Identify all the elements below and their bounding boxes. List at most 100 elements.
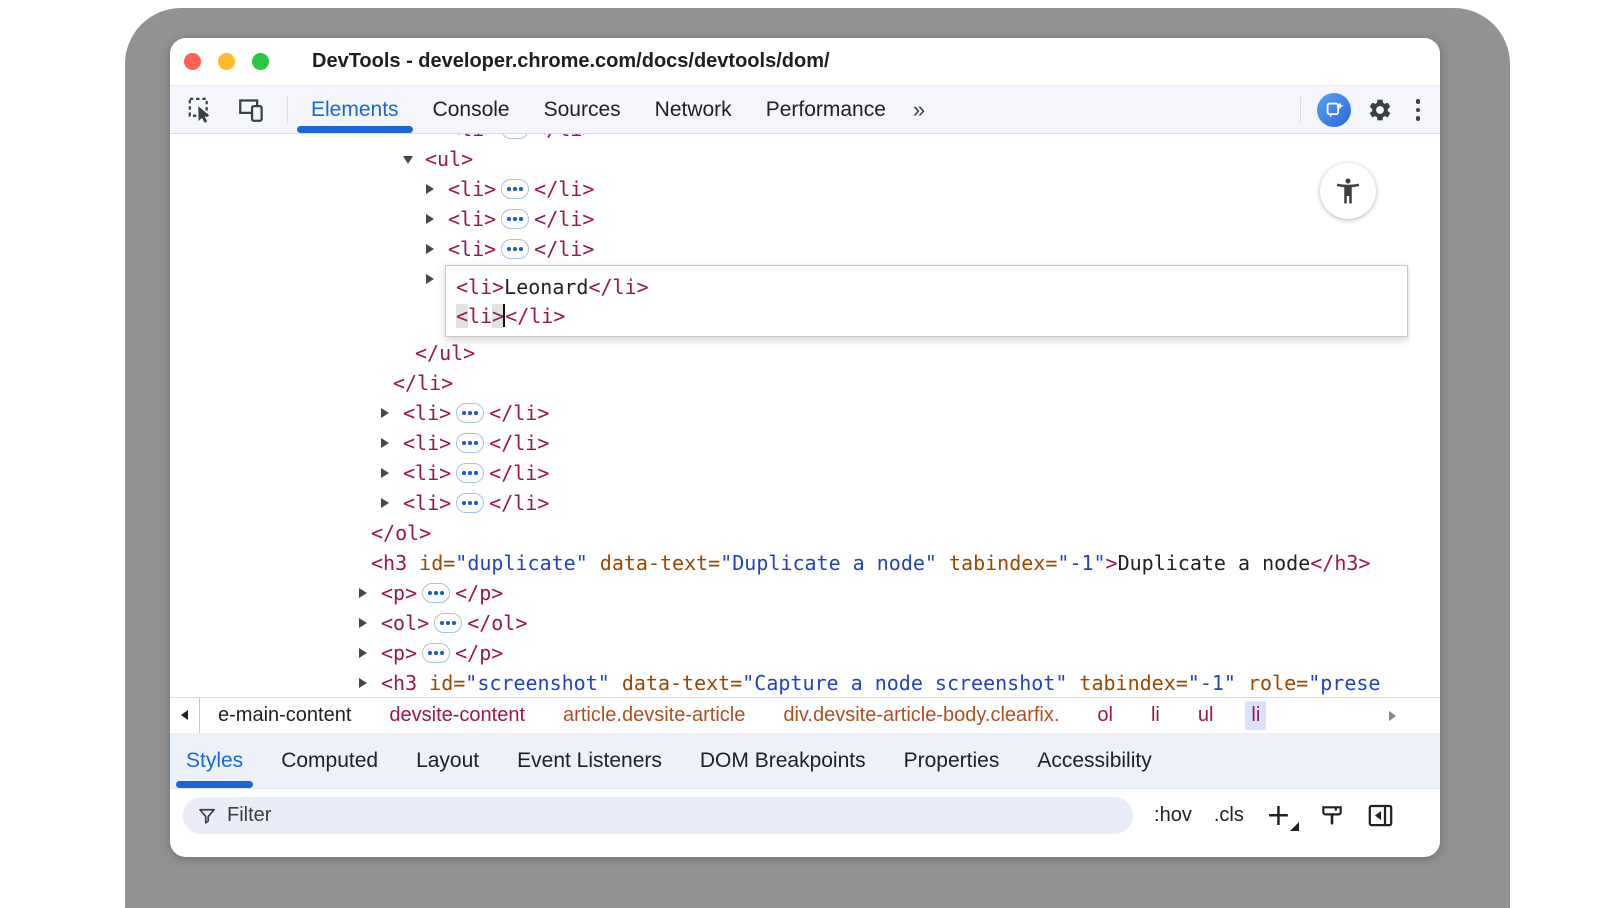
new-style-rule-button[interactable]: + [1266,803,1297,829]
ellipsis-expander-icon[interactable] [456,493,484,513]
sidebar-tab-accessibility[interactable]: Accessibility [1037,733,1151,788]
collapse-panel-icon[interactable] [1367,802,1394,829]
tree-row[interactable]: <li></li> [170,428,1410,458]
tag-token: <li> [448,207,496,231]
breadcrumb-item[interactable]: div.devsite-article-body.clearfix. [777,701,1065,730]
tag-token: <h3 [381,671,417,695]
collapsed-caret-icon[interactable] [359,618,381,628]
tab-network[interactable]: Network [638,86,749,133]
collapsed-caret-icon[interactable] [359,678,381,688]
ellipsis-expander-icon[interactable] [501,209,529,229]
zoom-button[interactable] [252,53,269,70]
tag-token: </li> [489,431,549,455]
element-classes-button[interactable]: .cls [1214,804,1244,827]
tree-row[interactable]: <ol></ol> [170,608,1410,638]
breadcrumb-item[interactable]: ol [1091,701,1119,730]
breadcrumb-item[interactable]: devsite-content [383,701,531,730]
attr-value-token: "Capture a node screenshot" [742,671,1067,695]
clipped-row[interactable]: <li></li> [170,134,1410,144]
ellipsis-expander-icon[interactable] [456,403,484,423]
breadcrumb-item[interactable]: article.devsite-article [557,701,751,730]
more-tabs-icon[interactable]: » [903,97,935,123]
text-token: Duplicate a node [1118,551,1311,575]
ai-assistant-icon[interactable] [1317,93,1351,127]
tree-row[interactable]: <li></li> [170,234,1410,264]
breadcrumb-scroll-left-button[interactable] [170,698,200,734]
tree-row[interactable]: <h3 id="screenshot" data-text="Capture a… [170,668,1410,697]
tree-row[interactable]: <ul> [170,144,1410,174]
minimize-button[interactable] [218,53,235,70]
ellipsis-expander-icon[interactable] [501,134,529,139]
ellipsis-expander-icon[interactable] [456,433,484,453]
traffic-lights [170,53,269,70]
panel-tabs: ElementsConsoleSourcesNetworkPerformance [294,86,903,133]
collapsed-caret-icon[interactable] [381,468,403,478]
breadcrumb-item[interactable]: li [1245,701,1266,730]
settings-gear-icon[interactable] [1367,97,1394,124]
tab-console[interactable]: Console [416,86,527,133]
tree-row[interactable]: </ul> [170,338,1410,368]
ellipsis-expander-icon[interactable] [422,583,450,603]
kebab-menu-icon[interactable] [1410,99,1427,121]
inspect-icon[interactable] [187,96,214,123]
breadcrumb-scroll-right-button[interactable] [1389,711,1396,721]
ellipsis-expander-icon[interactable] [422,643,450,663]
tree-row[interactable]: <li></li> [170,174,1410,204]
tag-token: <li> [403,461,451,485]
tree-row[interactable]: <li></li> [170,458,1410,488]
breadcrumb-item[interactable]: e-main-content [212,701,357,730]
tree-row[interactable]: <p></p> [170,578,1410,608]
collapsed-caret-icon[interactable] [359,588,381,598]
tag-token: </li> [534,134,594,141]
collapsed-caret-icon[interactable] [426,244,448,254]
tab-performance[interactable]: Performance [749,86,903,133]
tag-token: <ol> [381,611,429,635]
tag-token: </li> [534,177,594,201]
ellipsis-expander-icon[interactable] [456,463,484,483]
tree-row[interactable]: </ol> [170,518,1410,548]
tree-row[interactable]: <h3 id="duplicate" data-text="Duplicate … [170,548,1410,578]
sidebar-tab-styles[interactable]: Styles [186,733,243,788]
sidebar-tab-bar: Styles Computed Layout Event Listeners DOM B… [170,733,1440,789]
filter-input[interactable] [227,804,1047,827]
tab-sources[interactable]: Sources [527,86,638,133]
sidebar-tab-dom-breakpoints[interactable]: DOM Breakpoints [700,733,866,788]
brush-icon[interactable] [1319,803,1345,829]
tab-elements[interactable]: Elements [294,86,416,133]
tree-row[interactable]: <li></li> [170,398,1410,428]
ellipsis-expander-icon[interactable] [501,239,529,259]
editor-line-2[interactable]: <li></li> [456,301,1407,330]
tree-row[interactable]: </li> [170,368,1410,398]
tree-row[interactable]: <li></li> [170,204,1410,234]
edit-as-html-box[interactable]: <li>Leonard</li><li></li> [445,265,1408,337]
sidebar-tab-layout[interactable]: Layout [416,733,479,788]
device-toolbar-icon[interactable] [238,96,265,123]
collapsed-caret-icon[interactable] [381,408,403,418]
collapsed-caret-icon[interactable] [381,498,403,508]
tag-token: </li> [393,371,453,395]
sidebar-tab-computed[interactable]: Computed [281,733,378,788]
close-button[interactable] [184,53,201,70]
collapsed-caret-icon[interactable] [426,184,448,194]
breadcrumb: e-main-content devsite-content article.dev… [212,698,1266,733]
attr-name-token: tabindex= [1067,671,1187,695]
breadcrumb-item[interactable]: li [1145,701,1166,730]
collapsed-caret-icon[interactable] [359,648,381,658]
ellipsis-expander-icon[interactable] [434,613,462,633]
expanded-caret-icon[interactable] [403,154,425,164]
tree-row[interactable]: <li></li> [170,488,1410,518]
accessibility-helper-button[interactable] [1320,163,1376,219]
editor-line-1[interactable]: <li>Leonard</li> [456,272,1407,301]
tree-row[interactable]: <p></p> [170,638,1410,668]
filter-field[interactable] [183,797,1133,834]
sidebar-tab-properties[interactable]: Properties [904,733,1000,788]
sidebar-tab-event-listeners[interactable]: Event Listeners [517,733,662,788]
attr-name-token: tabindex= [937,551,1057,575]
ellipsis-expander-icon[interactable] [501,179,529,199]
attr-value-token: "prese [1308,671,1380,695]
funnel-icon [197,806,217,826]
collapsed-caret-icon[interactable] [381,438,403,448]
collapsed-caret-icon[interactable] [426,214,448,224]
breadcrumb-item[interactable]: ul [1192,701,1220,730]
toggle-element-state-button[interactable]: :hov [1154,804,1192,827]
